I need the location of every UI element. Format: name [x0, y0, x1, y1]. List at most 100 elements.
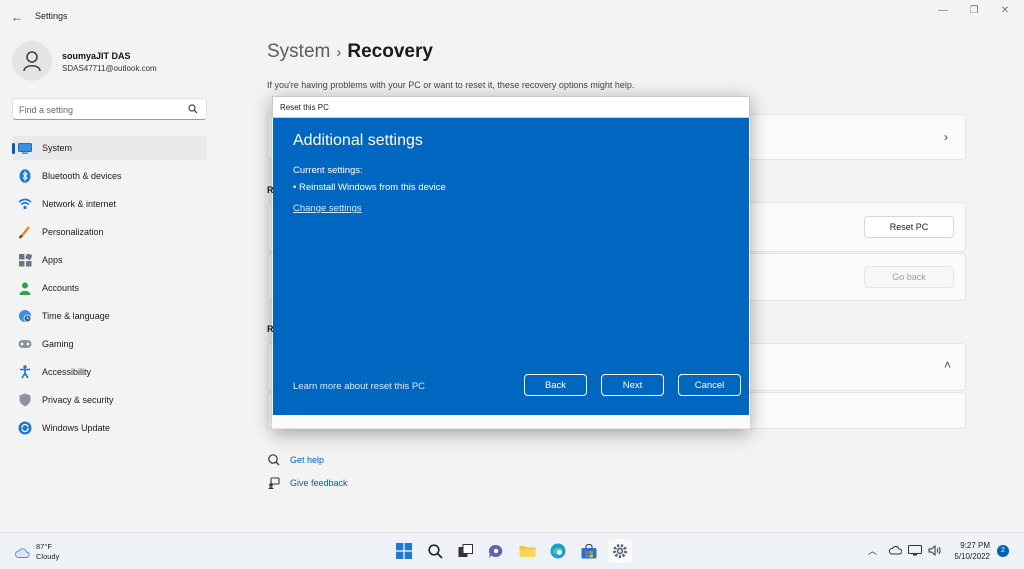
reset-pc-button[interactable]: Reset PC — [864, 216, 954, 238]
sidebar-item-accessibility[interactable]: Accessibility — [12, 360, 207, 384]
sidebar-item-label: System — [42, 143, 73, 153]
maximize-button[interactable]: ❐ — [957, 4, 991, 18]
search-box[interactable] — [12, 98, 207, 120]
taskbar: 87°F Cloudy ︿ 9:27 PM 5/10/2022 2 — [0, 532, 1024, 569]
gear-icon — [613, 544, 627, 558]
edge-icon — [550, 543, 566, 559]
chevron-right-icon: › — [944, 130, 948, 144]
sidebar-item-label: Gaming — [42, 339, 74, 349]
back-dialog-button[interactable]: Back — [524, 374, 587, 396]
sidebar-item-apps[interactable]: Apps — [12, 248, 207, 272]
chat-button[interactable] — [484, 539, 508, 563]
dialog-title-bar[interactable]: Reset this PC — [272, 96, 750, 118]
sidebar-item-label: Personalization — [42, 227, 104, 237]
avatar[interactable] — [12, 41, 52, 81]
folder-icon — [519, 546, 535, 557]
chat-icon — [488, 544, 503, 558]
feedback-icon — [267, 477, 281, 489]
edge-button[interactable] — [546, 539, 570, 563]
clock[interactable]: 9:27 PM 5/10/2022 — [946, 540, 990, 562]
task-view-button[interactable] — [453, 539, 477, 563]
weather-desc: Cloudy — [36, 552, 60, 561]
help-icon — [267, 454, 281, 466]
taskbar-search-button[interactable] — [423, 539, 447, 563]
search-icon — [427, 543, 443, 559]
accounts-icon — [18, 281, 32, 295]
sidebar-item-label: Bluetooth & devices — [42, 171, 122, 181]
reset-pc-dialog: Reset this PC Additional settings Curren… — [272, 96, 750, 429]
get-help-link[interactable]: Get help — [267, 454, 324, 466]
app-title: Settings — [35, 11, 68, 21]
go-back-button[interactable]: Go back — [864, 266, 954, 288]
sidebar-item-time-language[interactable]: Time & language — [12, 304, 207, 328]
file-explorer-button[interactable] — [515, 539, 539, 563]
current-settings-label: Current settings: — [293, 165, 363, 176]
gaming-icon — [18, 337, 32, 351]
clock-time: 9:27 PM — [960, 541, 990, 550]
clock-date: 5/10/2022 — [954, 552, 990, 561]
volume-icon[interactable] — [928, 544, 942, 558]
weather-temp: 87°F — [36, 542, 52, 551]
network-icon — [18, 197, 32, 211]
profile-email: SDAS47711@outlook.com — [62, 64, 157, 73]
sidebar-item-label: Accounts — [42, 283, 80, 293]
show-hidden-icons-chevron-icon[interactable]: ︿ — [868, 544, 877, 557]
breadcrumb-parent[interactable]: System — [267, 41, 330, 62]
current-setting-item: • Reinstall Windows from this device — [293, 182, 446, 193]
sidebar-item-label: Windows Update — [42, 423, 111, 433]
give-feedback-link[interactable]: Give feedback — [267, 477, 348, 489]
breadcrumb-separator: › — [336, 44, 342, 61]
breadcrumb-current: Recovery — [347, 41, 433, 62]
network-status-icon[interactable] — [908, 545, 922, 558]
profile-name: soumyaJIT DAS — [62, 51, 131, 61]
next-button[interactable]: Next — [601, 374, 664, 396]
learn-more-link[interactable]: Learn more about reset this PC — [293, 381, 425, 392]
search-input[interactable] — [19, 103, 179, 116]
sidebar-item-label: Network & internet — [42, 199, 117, 209]
page-title: System › Recovery — [267, 41, 433, 63]
system-icon — [18, 141, 32, 155]
sidebar-item-personalization[interactable]: Personalization — [12, 220, 207, 244]
sidebar-item-system[interactable]: System — [12, 136, 207, 160]
title-bar: ← Settings — ❐ ✕ — [0, 0, 1024, 32]
notification-badge[interactable]: 2 — [997, 545, 1009, 557]
personalization-icon — [18, 225, 32, 239]
search-icon[interactable] — [188, 104, 198, 117]
dialog-title: Reset this PC — [280, 103, 329, 112]
store-icon — [581, 543, 597, 558]
sidebar-nav: System Bluetooth & devices Network & int… — [12, 136, 207, 444]
back-button[interactable]: ← — [8, 8, 26, 26]
settings-taskbar-button[interactable] — [608, 539, 632, 563]
accessibility-icon — [18, 365, 32, 379]
weather-widget[interactable]: 87°F Cloudy — [14, 542, 59, 562]
user-icon — [23, 51, 41, 72]
cancel-button[interactable]: Cancel — [678, 374, 741, 396]
sidebar-item-bluetooth[interactable]: Bluetooth & devices — [12, 164, 207, 188]
chevron-up-icon: ˄ — [944, 358, 952, 372]
sidebar-item-label: Apps — [42, 255, 63, 265]
sidebar-item-accounts[interactable]: Accounts — [12, 276, 207, 300]
onedrive-cloud-icon[interactable] — [888, 545, 903, 557]
give-feedback-label: Give feedback — [290, 478, 348, 488]
windows-logo-icon — [396, 543, 412, 559]
change-settings-link[interactable]: Change settings — [293, 203, 362, 214]
sidebar-item-privacy[interactable]: Privacy & security — [12, 388, 207, 412]
get-help-label: Get help — [290, 455, 325, 465]
minimize-button[interactable]: — — [926, 4, 960, 18]
time-language-icon — [18, 309, 32, 323]
store-button[interactable] — [577, 539, 601, 563]
dialog-heading: Additional settings — [293, 132, 423, 149]
sidebar-item-gaming[interactable]: Gaming — [12, 332, 207, 356]
close-button[interactable]: ✕ — [988, 4, 1022, 18]
cloud-icon — [15, 547, 30, 558]
sidebar-item-label: Privacy & security — [42, 395, 114, 405]
start-button[interactable] — [392, 539, 416, 563]
sidebar-item-windows-update[interactable]: Windows Update — [12, 416, 207, 440]
privacy-icon — [18, 393, 32, 407]
windows-update-icon — [18, 421, 32, 435]
sidebar-item-label: Time & language — [42, 311, 110, 321]
task-view-icon — [458, 544, 473, 557]
sidebar-item-network[interactable]: Network & internet — [12, 192, 207, 216]
sidebar-item-label: Accessibility — [42, 367, 92, 377]
bluetooth-icon — [18, 169, 32, 183]
